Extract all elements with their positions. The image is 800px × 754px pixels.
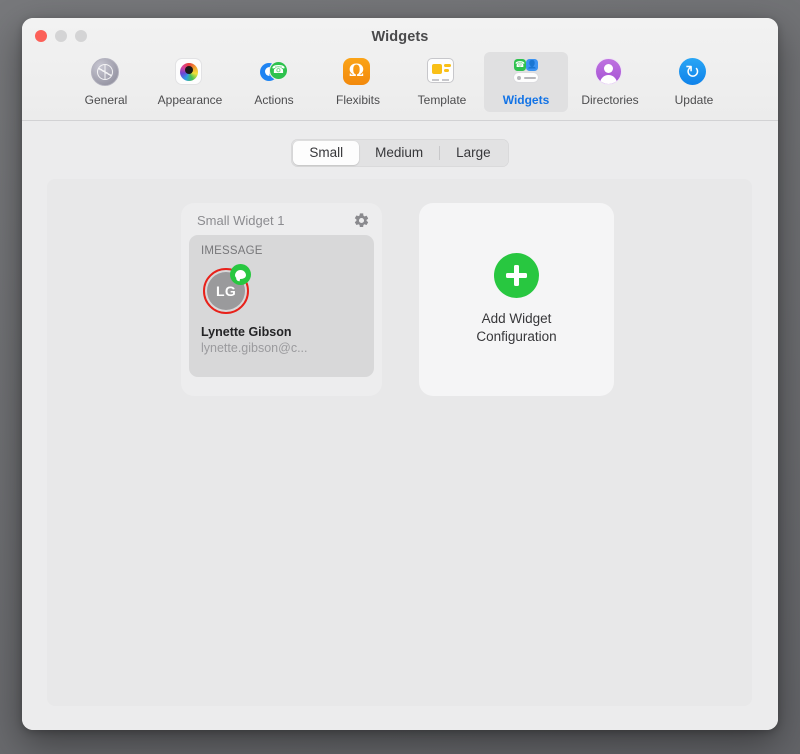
flexibits-logo-icon: Ω — [343, 58, 373, 88]
widgets-icon: ☎ 👤 — [511, 58, 541, 88]
toolbar-item-update[interactable]: ↻ Update — [652, 52, 736, 112]
widgets-panel: Small Widget 1 IMESSAGE LG Lynette Gibso… — [47, 179, 752, 706]
general-gear-icon — [91, 58, 121, 88]
refresh-sync-icon: ↻ — [679, 58, 709, 88]
toolbar-item-label: Flexibits — [335, 93, 380, 107]
toolbar-item-label: Appearance — [157, 93, 223, 107]
add-widget-label: Add Widget Configuration — [476, 310, 556, 346]
template-card-icon — [427, 58, 457, 88]
toolbar-item-label: Widgets — [502, 93, 550, 107]
contact-avatar-group: LG — [203, 264, 255, 316]
toolbar-item-actions[interactable]: ☎ Actions — [232, 52, 316, 112]
toolbar-item-label: General — [84, 93, 128, 107]
person-circle-icon — [595, 58, 625, 88]
contact-email: lynette.gibson@c... — [201, 341, 308, 355]
window-title: Widgets — [371, 29, 429, 45]
widget-service-label: IMESSAGE — [201, 245, 263, 257]
add-widget-label-line2: Configuration — [476, 329, 557, 344]
preferences-content: Small Medium Large Small Widget 1 IMESSA… — [22, 121, 778, 730]
plus-circle-icon — [494, 252, 539, 298]
gear-icon[interactable] — [353, 212, 370, 229]
toolbar-item-label: Directories — [581, 93, 639, 107]
toolbar-item-template[interactable]: Template — [400, 52, 484, 112]
size-option-large[interactable]: Large — [440, 141, 507, 165]
toolbar-item-label: Template — [417, 93, 467, 107]
toolbar-item-appearance[interactable]: Appearance — [148, 52, 232, 112]
contact-name: Lynette Gibson — [201, 325, 292, 339]
widget-card-title: Small Widget 1 — [197, 213, 285, 228]
toolbar-item-widgets[interactable]: ☎ 👤 Widgets — [484, 52, 568, 112]
preferences-toolbar: General Appearance ☎ Actions Ω Flexibits… — [22, 52, 778, 112]
toolbar-item-general[interactable]: General — [64, 52, 148, 112]
preferences-window: Widgets General Appearance ☎ Actions Ω F… — [22, 18, 778, 730]
widget-size-selector[interactable]: Small Medium Large — [291, 139, 509, 167]
widget-size-selector-wrap: Small Medium Large — [22, 121, 778, 167]
toolbar-item-label: Actions — [254, 93, 294, 107]
add-widget-configuration-button[interactable]: Add Widget Configuration — [419, 203, 614, 396]
toolbar-item-flexibits[interactable]: Ω Flexibits — [316, 52, 400, 112]
color-wheel-icon — [175, 58, 205, 88]
toolbar-item-directories[interactable]: Directories — [568, 52, 652, 112]
widget-cards-container: Small Widget 1 IMESSAGE LG Lynette Gibso… — [47, 179, 752, 396]
add-widget-label-line1: Add Widget — [481, 310, 552, 326]
window-titlebar: Widgets General Appearance ☎ Actions Ω F… — [22, 18, 778, 121]
toolbar-item-label: Update — [674, 93, 714, 107]
size-option-small[interactable]: Small — [293, 141, 360, 165]
widget-configuration-card[interactable]: Small Widget 1 IMESSAGE LG Lynette Gibso… — [181, 203, 382, 396]
widget-card-header: Small Widget 1 — [189, 210, 374, 235]
size-option-medium[interactable]: Medium — [359, 141, 439, 165]
imessage-bubble-icon — [230, 264, 251, 285]
widget-preview: IMESSAGE LG Lynette Gibson lynette.gibso… — [189, 235, 374, 377]
call-actions-icon: ☎ — [259, 58, 289, 88]
